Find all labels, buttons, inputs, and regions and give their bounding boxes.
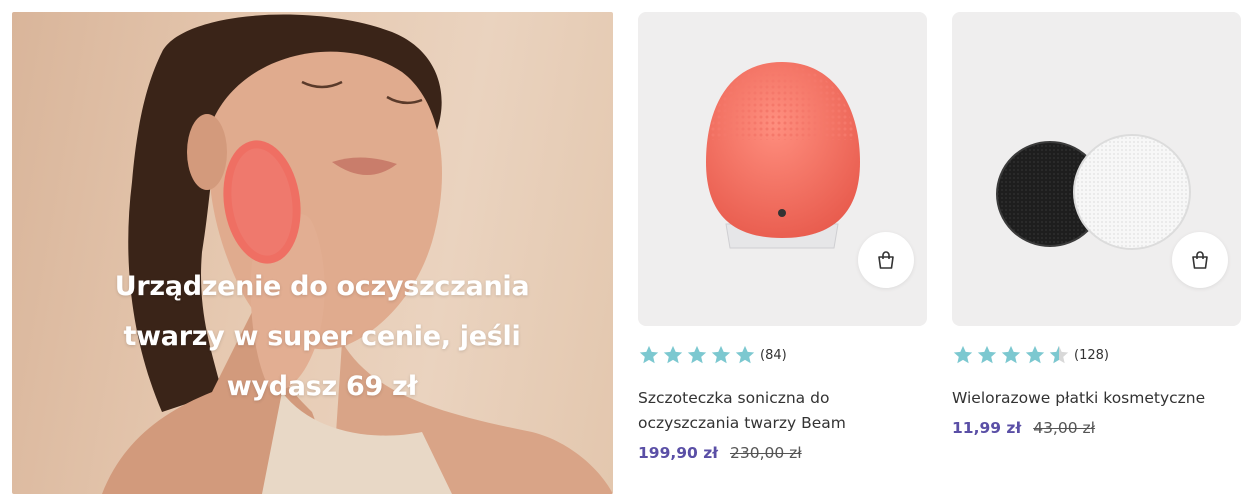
star-icon <box>687 345 707 364</box>
product-image[interactable] <box>952 12 1241 326</box>
promo-photo <box>102 14 613 494</box>
star-icon <box>735 345 755 364</box>
rating-count: (128) <box>1074 347 1109 363</box>
promo-banner[interactable]: Urządzenie do oczyszczania twarzy w supe… <box>12 12 613 494</box>
rating: (128) <box>952 344 1241 366</box>
current-price: 199,90 zł <box>638 444 718 462</box>
star-icon <box>663 345 683 364</box>
add-to-cart-button[interactable] <box>1172 232 1228 288</box>
star-icon <box>1025 345 1045 364</box>
star-icon <box>639 345 659 364</box>
star-icon <box>977 345 997 364</box>
price-block: 11,99 zł 43,00 zł <box>952 419 1241 437</box>
promo-headline: Urządzenie do oczyszczania twarzy w supe… <box>114 271 530 402</box>
shopping-bag-icon <box>1192 251 1208 269</box>
price-block: 199,90 zł 230,00 zł <box>638 444 927 462</box>
product-name[interactable]: Szczoteczka soniczna do oczyszczania twa… <box>638 386 927 436</box>
star-icon <box>711 345 731 364</box>
star-icon <box>1001 345 1021 364</box>
old-price: 230,00 zł <box>729 444 802 462</box>
add-to-cart-button[interactable] <box>858 232 914 288</box>
rating-stars <box>638 344 756 366</box>
product-card[interactable]: (84) Szczoteczka soniczna do oczyszczani… <box>638 12 927 462</box>
rating-count: (84) <box>760 347 787 363</box>
old-price: 43,00 zł <box>1033 419 1096 437</box>
product-card[interactable]: (128) Wielorazowe płatki kosmetyczne 11,… <box>952 12 1241 437</box>
star-half-icon <box>1049 345 1069 364</box>
product-name[interactable]: Wielorazowe płatki kosmetyczne <box>952 386 1241 411</box>
current-price: 11,99 zł <box>952 419 1022 437</box>
rating: (84) <box>638 344 927 366</box>
shopping-bag-icon <box>878 251 894 269</box>
rating-stars <box>952 344 1070 366</box>
product-image[interactable] <box>638 12 927 326</box>
star-icon <box>953 345 973 364</box>
